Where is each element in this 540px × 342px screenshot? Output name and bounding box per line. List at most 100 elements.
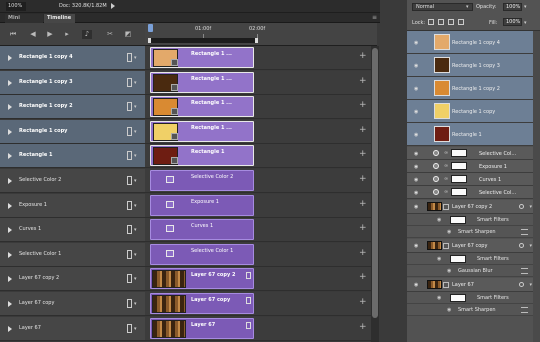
expand-triangle-icon[interactable] bbox=[8, 129, 12, 135]
opacity-field[interactable]: 100% bbox=[503, 3, 522, 11]
track-header[interactable]: Selective Color 2 ▾ bbox=[0, 169, 145, 193]
filter-row[interactable]: ◉ Smart Sharpen bbox=[407, 226, 540, 238]
timeline-clip[interactable]: Layer 67 bbox=[150, 318, 254, 339]
eye-icon[interactable]: ◉ bbox=[414, 243, 418, 249]
layers-scrollbar[interactable] bbox=[533, 31, 540, 342]
lock-all-icon[interactable] bbox=[458, 19, 464, 25]
add-media-icon[interactable]: + bbox=[359, 52, 367, 61]
eye-icon[interactable]: ◉ bbox=[414, 177, 418, 183]
expand-triangle-icon[interactable] bbox=[8, 203, 12, 209]
chevron-down-icon[interactable]: ▾ bbox=[134, 104, 137, 110]
expand-triangle-icon[interactable] bbox=[8, 104, 12, 110]
lock-transparency-icon[interactable] bbox=[428, 19, 434, 25]
chevron-down-icon[interactable]: ▾ bbox=[529, 243, 532, 249]
expand-triangle-icon[interactable] bbox=[8, 326, 12, 332]
chevron-down-icon[interactable]: ▾ bbox=[134, 178, 137, 184]
panel-menu-icon[interactable]: ≡ bbox=[372, 15, 378, 21]
track-film-icon[interactable] bbox=[127, 102, 132, 111]
track-header[interactable]: Rectangle 1 copy ▾ bbox=[0, 120, 145, 144]
layer-row[interactable]: ◉ ∞ Curves 1 bbox=[407, 173, 540, 186]
play-icon[interactable]: ▶ bbox=[45, 30, 55, 39]
lock-pixels-icon[interactable] bbox=[438, 19, 444, 25]
timeline-clip[interactable]: Rectangle 1 bbox=[150, 145, 254, 166]
timeline-clip[interactable]: Rectangle 1 ... bbox=[150, 121, 254, 142]
eye-icon[interactable]: ◉ bbox=[437, 295, 441, 301]
track-header[interactable]: Curves 1 ▾ bbox=[0, 218, 145, 242]
add-media-icon[interactable]: + bbox=[359, 298, 367, 307]
filter-row[interactable]: ◉ Smart Sharpen bbox=[407, 304, 540, 316]
add-media-icon[interactable]: + bbox=[359, 200, 367, 209]
eye-icon[interactable]: ◉ bbox=[414, 282, 418, 288]
expand-triangle-icon[interactable] bbox=[8, 80, 12, 86]
clip-end-arrow-icon[interactable] bbox=[246, 322, 251, 329]
track-header[interactable]: Rectangle 1 copy 4 ▾ bbox=[0, 46, 145, 70]
track-film-icon[interactable] bbox=[127, 78, 132, 87]
track-film-icon[interactable] bbox=[127, 151, 132, 160]
smart-filters-row[interactable]: ◉ Smart Filters bbox=[407, 214, 540, 226]
track-film-icon[interactable] bbox=[127, 299, 132, 308]
expand-triangle-icon[interactable] bbox=[8, 227, 12, 233]
layer-row[interactable]: ◉ Rectangle 1 copy bbox=[407, 100, 540, 123]
timeline-clip[interactable]: Layer 67 copy bbox=[150, 293, 254, 314]
smart-filters-row[interactable]: ◉ Smart Filters bbox=[407, 292, 540, 304]
expand-triangle-icon[interactable] bbox=[8, 276, 12, 282]
layer-row[interactable]: ◉ Layer 67 ▾ bbox=[407, 278, 540, 292]
timeline-clip[interactable]: Rectangle 1 ... bbox=[150, 47, 254, 68]
timeline-scrollbar-thumb[interactable] bbox=[372, 48, 378, 318]
eye-icon[interactable]: ◉ bbox=[414, 63, 418, 69]
transition-icon[interactable]: ◩ bbox=[123, 30, 133, 39]
chevron-down-icon[interactable]: ▾ bbox=[134, 252, 137, 258]
track-film-icon[interactable] bbox=[127, 53, 132, 62]
fill-field[interactable]: 100% bbox=[503, 18, 522, 26]
layer-row[interactable]: ◉ ∞ Selective Col... bbox=[407, 186, 540, 199]
previous-frame-icon[interactable]: ◀ bbox=[28, 30, 38, 39]
link-icon[interactable]: ∞ bbox=[444, 176, 448, 182]
add-media-icon[interactable]: + bbox=[359, 77, 367, 86]
layer-row[interactable]: ◉ Rectangle 1 copy 3 bbox=[407, 54, 540, 77]
track-film-icon[interactable] bbox=[127, 127, 132, 136]
filter-options-icon[interactable] bbox=[521, 229, 528, 235]
expand-triangle-icon[interactable] bbox=[8, 252, 12, 258]
chevron-down-icon[interactable]: ▾ bbox=[134, 276, 137, 282]
clip-end-arrow-icon[interactable] bbox=[246, 297, 251, 304]
chevron-down-icon[interactable]: ▾ bbox=[134, 301, 137, 307]
status-menu-arrow-icon[interactable] bbox=[110, 3, 115, 9]
timeline-clip[interactable]: Rectangle 1 ... bbox=[150, 96, 254, 117]
expand-triangle-icon[interactable] bbox=[8, 55, 12, 61]
smart-filter-badge-icon[interactable] bbox=[519, 243, 524, 248]
eye-icon[interactable]: ◉ bbox=[414, 132, 418, 138]
eye-icon[interactable]: ◉ bbox=[437, 217, 441, 223]
eye-icon[interactable]: ◉ bbox=[414, 109, 418, 115]
layer-row[interactable]: ◉ Rectangle 1 bbox=[407, 123, 540, 146]
chevron-down-icon[interactable]: ▾ bbox=[134, 55, 137, 61]
track-header[interactable]: Layer 67 copy ▾ bbox=[0, 292, 145, 316]
tab-timeline[interactable]: Timeline bbox=[44, 14, 75, 23]
track-film-icon[interactable] bbox=[127, 201, 132, 210]
timeline-clip[interactable]: Selective Color 1 bbox=[150, 244, 254, 265]
track-header[interactable]: Rectangle 1 ▾ bbox=[0, 144, 145, 168]
track-header[interactable]: Layer 67 ▾ bbox=[0, 317, 145, 341]
chevron-down-icon[interactable]: ▾ bbox=[134, 203, 137, 209]
eye-icon[interactable]: ◉ bbox=[414, 190, 418, 196]
chevron-down-icon[interactable]: ▾ bbox=[134, 227, 137, 233]
clip-end-arrow-icon[interactable] bbox=[246, 272, 251, 279]
add-media-icon[interactable]: + bbox=[359, 224, 367, 233]
add-media-icon[interactable]: + bbox=[359, 249, 367, 258]
playhead[interactable] bbox=[148, 24, 153, 32]
layer-row[interactable]: ◉ Layer 67 copy 2 ▾ bbox=[407, 200, 540, 214]
track-film-icon[interactable] bbox=[127, 250, 132, 259]
layer-row[interactable]: ◉ ∞ Selective Col... bbox=[407, 147, 540, 160]
track-film-icon[interactable] bbox=[127, 324, 132, 333]
eye-icon[interactable]: ◉ bbox=[447, 268, 451, 274]
chevron-down-icon[interactable]: ▾ bbox=[134, 129, 137, 135]
track-film-icon[interactable] bbox=[127, 225, 132, 234]
link-icon[interactable]: ∞ bbox=[444, 189, 448, 195]
eye-icon[interactable]: ◉ bbox=[414, 204, 418, 210]
timeline-clip[interactable]: Rectangle 1 ... bbox=[150, 72, 254, 93]
track-header[interactable]: Rectangle 1 copy 2 ▾ bbox=[0, 95, 145, 119]
next-frame-icon[interactable]: ▸ bbox=[62, 30, 72, 39]
blend-mode-select[interactable]: Normal bbox=[412, 3, 473, 11]
audio-icon[interactable]: ♪ bbox=[82, 30, 92, 39]
timeline-clip[interactable]: Selective Color 2 bbox=[150, 170, 254, 191]
track-film-icon[interactable] bbox=[127, 274, 132, 283]
